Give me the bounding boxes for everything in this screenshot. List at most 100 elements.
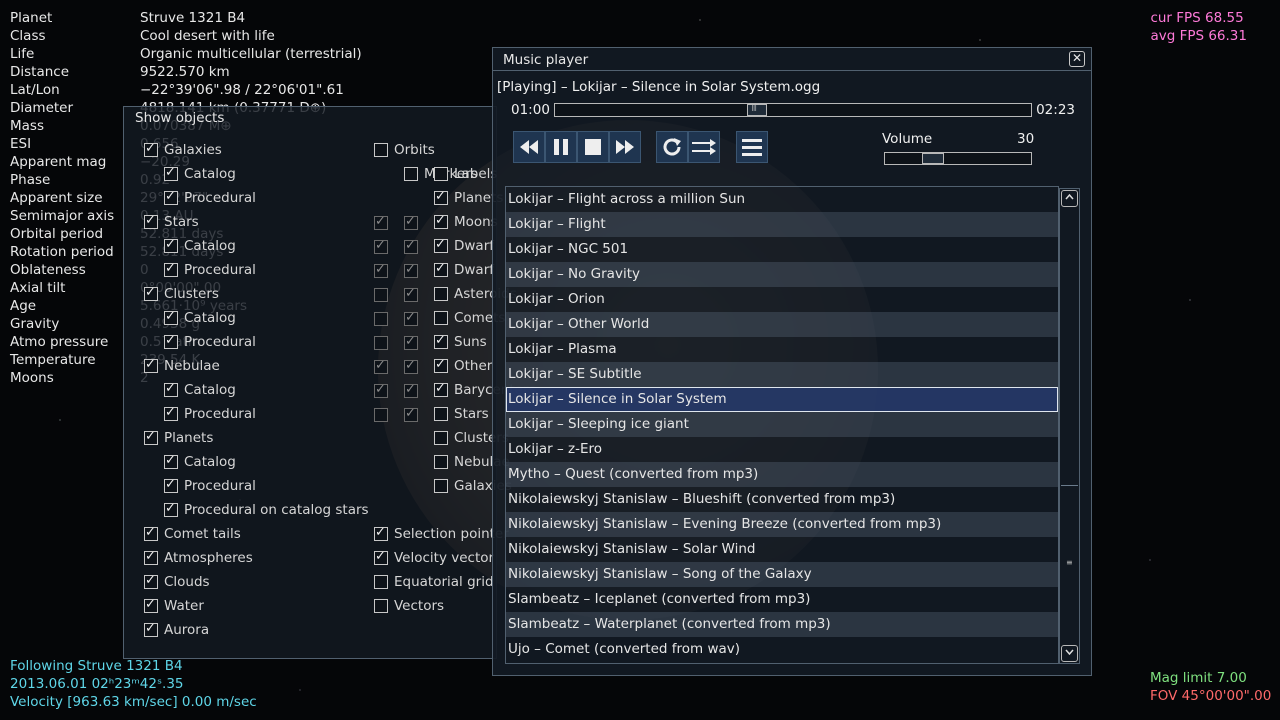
checkbox-box[interactable] xyxy=(404,262,418,278)
track-item[interactable]: Nikolaiewskyj Stanislaw – Solar Wind xyxy=(506,537,1058,562)
checkbox-catalog[interactable]: Catalog xyxy=(164,237,236,255)
checkbox-box[interactable] xyxy=(374,525,388,541)
checkbox-catalog[interactable]: Catalog xyxy=(164,453,236,471)
checkbox-box[interactable] xyxy=(374,408,388,422)
repeat-button[interactable] xyxy=(656,131,688,163)
checkbox-box[interactable] xyxy=(434,431,448,445)
checkbox-box[interactable] xyxy=(374,288,388,302)
checkbox-box[interactable] xyxy=(144,141,158,157)
checkbox-box[interactable] xyxy=(404,406,418,422)
checkbox-labels[interactable]: Labels xyxy=(434,165,497,183)
track-item[interactable]: Lokijar – Plasma xyxy=(506,337,1058,362)
checkbox-box[interactable] xyxy=(434,407,448,421)
track-item[interactable]: Lokijar – Sleeping ice giant xyxy=(506,412,1058,437)
checkbox-box[interactable] xyxy=(374,358,388,374)
rewind-button[interactable] xyxy=(513,131,545,163)
checkbox-procedural[interactable]: Procedural xyxy=(164,477,256,495)
checkbox-velocity-vector[interactable]: Velocity vector xyxy=(374,549,494,567)
checkbox-water[interactable]: Water xyxy=(144,597,204,615)
checkbox-box[interactable] xyxy=(164,165,178,181)
close-button[interactable]: ✕ xyxy=(1069,51,1085,67)
track-item[interactable]: Nikolaiewskyj Stanislaw – Evening Breeze… xyxy=(506,512,1058,537)
track-item[interactable]: Lokijar – Flight across a million Sun xyxy=(506,187,1058,212)
fast-forward-button[interactable] xyxy=(609,131,641,163)
pause-button[interactable] xyxy=(545,131,577,163)
checkbox-box[interactable] xyxy=(144,525,158,541)
checkbox-box[interactable] xyxy=(404,238,418,254)
checkbox-box[interactable] xyxy=(404,167,418,181)
checkbox-suns[interactable]: Suns xyxy=(434,333,487,351)
checkbox-moons[interactable]: Moons xyxy=(434,213,498,231)
checkbox-box[interactable] xyxy=(374,214,388,230)
checkbox-galaxies[interactable]: Galaxies xyxy=(144,141,222,159)
checkbox-procedural[interactable]: Procedural xyxy=(164,261,256,279)
checkbox-box[interactable] xyxy=(434,237,448,253)
track-item[interactable]: Lokijar – Other World xyxy=(506,312,1058,337)
track-item[interactable]: Lokijar – z-Ero xyxy=(506,437,1058,462)
checkbox-box[interactable] xyxy=(164,261,178,277)
checkbox-planets[interactable]: Planets xyxy=(144,429,213,447)
checkbox-box[interactable] xyxy=(164,237,178,253)
checkbox-vectors[interactable]: Vectors xyxy=(374,597,444,615)
checkbox-box[interactable] xyxy=(374,336,388,350)
checkbox-box[interactable] xyxy=(434,455,448,469)
checkbox-orbits[interactable]: Orbits xyxy=(374,141,435,159)
checkbox-box[interactable] xyxy=(434,213,448,229)
checkbox-box[interactable] xyxy=(404,286,418,302)
track-item[interactable]: Slambeatz – Waterplanet (converted from … xyxy=(506,612,1058,637)
checkbox-box[interactable] xyxy=(374,382,388,398)
checkbox-box[interactable] xyxy=(164,189,178,205)
checkbox-dwarf[interactable]: Dwarf xyxy=(434,261,494,279)
checkbox-atmospheres[interactable]: Atmospheres xyxy=(144,549,253,567)
checkbox-procedural[interactable]: Procedural xyxy=(164,189,256,207)
checkbox-box[interactable] xyxy=(374,575,388,589)
track-item[interactable]: Lokijar – Orion xyxy=(506,287,1058,312)
checkbox-box[interactable] xyxy=(404,334,418,350)
checkbox-box[interactable] xyxy=(144,429,158,445)
checkbox-procedural-on-catalog-stars[interactable]: Procedural on catalog stars xyxy=(164,501,369,519)
seek-bar[interactable] xyxy=(554,102,1032,117)
checkbox-box[interactable] xyxy=(374,599,388,613)
checkbox-box[interactable] xyxy=(434,357,448,373)
checkbox-box[interactable] xyxy=(164,405,178,421)
checkbox-box[interactable] xyxy=(164,333,178,349)
scroll-thumb[interactable]: ≡ xyxy=(1061,485,1078,646)
checkbox-box[interactable] xyxy=(434,311,448,325)
track-item[interactable]: Lokijar – No Gravity xyxy=(506,262,1058,287)
checkbox-selection-pointer[interactable]: Selection pointer xyxy=(374,525,509,543)
checkbox-box[interactable] xyxy=(434,479,448,493)
checkbox-comet-tails[interactable]: Comet tails xyxy=(144,525,241,543)
checkbox-box[interactable] xyxy=(434,287,448,301)
seek-thumb[interactable] xyxy=(747,102,767,116)
checkbox-box[interactable] xyxy=(374,262,388,278)
checkbox-clusters[interactable]: Clusters xyxy=(144,285,219,303)
checkbox-stars[interactable]: Stars xyxy=(144,213,199,231)
volume-slider[interactable] xyxy=(884,152,1032,165)
checkbox-stars[interactable]: Stars xyxy=(434,405,489,423)
checkbox-box[interactable] xyxy=(144,213,158,229)
stop-button[interactable] xyxy=(577,131,609,163)
checkbox-box[interactable] xyxy=(434,381,448,397)
shuffle-button[interactable] xyxy=(688,131,720,163)
track-item-selected[interactable]: Lokijar – Silence in Solar System xyxy=(506,387,1058,412)
checkbox-box[interactable] xyxy=(164,477,178,493)
checkbox-box[interactable] xyxy=(434,261,448,277)
track-item[interactable]: Ujo – Comet (converted from wav) xyxy=(506,637,1058,662)
checkbox-box[interactable] xyxy=(144,357,158,373)
checkbox-box[interactable] xyxy=(374,549,388,565)
checkbox-clouds[interactable]: Clouds xyxy=(144,573,210,591)
checkbox-box[interactable] xyxy=(164,381,178,397)
checkbox-box[interactable] xyxy=(374,312,388,326)
checkbox-catalog[interactable]: Catalog xyxy=(164,309,236,327)
volume-thumb[interactable] xyxy=(922,153,944,164)
scroll-up-button[interactable] xyxy=(1061,190,1078,207)
track-item[interactable]: Nikolaiewskyj Stanislaw – Blueshift (con… xyxy=(506,487,1058,512)
checkbox-box[interactable] xyxy=(144,597,158,613)
checkbox-procedural[interactable]: Procedural xyxy=(164,333,256,351)
checkbox-box[interactable] xyxy=(404,358,418,374)
checkbox-box[interactable] xyxy=(144,573,158,589)
track-item[interactable]: Slambeatz – Iceplanet (converted from mp… xyxy=(506,587,1058,612)
checkbox-catalog[interactable]: Catalog xyxy=(164,381,236,399)
checkbox-aurora[interactable]: Aurora xyxy=(144,621,209,639)
checkbox-box[interactable] xyxy=(434,167,448,181)
